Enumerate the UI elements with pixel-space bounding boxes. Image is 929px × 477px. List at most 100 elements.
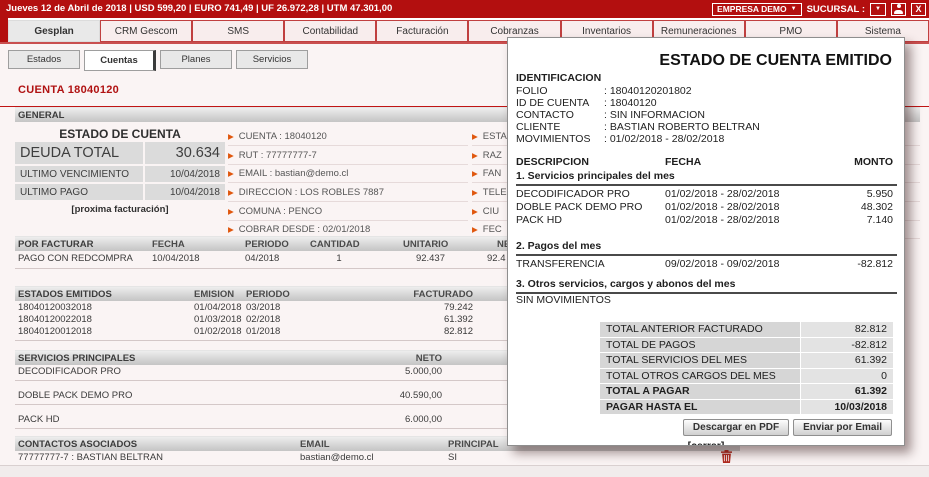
total-value: 82.812 [801,322,893,337]
bullet-icon: ▶ [228,150,234,161]
sub-tab-bar: Estados Cuentas Planes Servicios [8,50,308,71]
cell-neto: 40.590,00 [347,390,442,401]
total-row: TOTAL DE PAGOS -82.812 [508,338,904,353]
empresa-selector[interactable]: EMPRESA DEMO ▼ [712,3,802,16]
col-cantidad: CANTIDAD [310,239,360,250]
subtab-estados[interactable]: Estados [8,50,80,69]
field-right-3-text: TELE [483,187,507,198]
cell-folio: 18040120032018 [18,302,92,313]
statement-row: DOBLE PACK DEMO PRO 01/02/2018 - 28/02/2… [508,201,904,214]
bullet-icon: ▶ [228,206,234,217]
close-icon: X [915,4,921,14]
col-monto: MONTO [808,156,893,168]
dialog-footer-link[interactable]: [cerrar] [508,440,904,446]
estados-emitidos-title: ESTADOS EMITIDOS [18,289,112,300]
empresa-selector-label: EMPRESA DEMO [717,4,787,14]
estado-cuenta-row-pago: ULTIMO PAGO 10/04/2018 [15,184,225,200]
tab-gesplan[interactable]: Gesplan [8,20,100,42]
trash-icon[interactable] [721,450,732,463]
col-facturado: FACTURADO [400,289,473,300]
estado-cuenta-row-deuda: DEUDA TOTAL 30.634 [15,142,225,164]
field-direccion-text: DIRECCION : LOS ROBLES 7887 [239,187,384,198]
field-right-5-text: FEC [483,224,502,235]
id-row-cliente: CLIENTE: BASTIAN ROBERTO BELTRAN [516,121,760,133]
bullet-icon: ▶ [228,168,234,179]
col-periodo: PERIODO [246,289,290,300]
ultimo-vencimiento-value: 10/04/2018 [145,166,225,182]
tab-facturacion[interactable]: Facturación [376,20,468,42]
cell-emision: 01/02/2018 [194,326,242,337]
section-3-title: 3. Otros servicios, cargos y abonos del … [516,278,897,294]
separator: : [604,97,607,109]
total-label: PAGAR HASTA EL [600,400,800,415]
estado-cuenta-emitido-dialog: ESTADO DE CUENTA EMITIDO IDENTIFICACION … [507,37,905,446]
cell-emision: 01/04/2018 [194,302,242,313]
total-value: -82.812 [801,338,893,353]
total-label: TOTAL DE PAGOS [600,338,800,353]
pagar-hasta-row: PAGAR HASTA EL 10/03/2018 [508,400,904,415]
date-currency-info: Jueves 12 de Abril de 2018 | USD 599,20 … [6,3,392,14]
enviar-email-button[interactable]: Enviar por Email [793,419,892,436]
id-label: FOLIO [516,85,604,97]
cell-monto: -82.812 [808,258,893,270]
user-button[interactable] [891,3,906,16]
col-fecha: FECHA [152,239,185,250]
statement-row: PACK HD 01/02/2018 - 28/02/2018 7.140 [508,214,904,227]
id-label: ID DE CUENTA [516,97,604,109]
separator: : [604,121,607,133]
bullet-icon: ▶ [228,187,234,198]
sucursal-dropdown[interactable]: ▼ [870,3,886,16]
descargar-pdf-button[interactable]: Descargar en PDF [683,419,789,436]
tab-crm-gescom[interactable]: CRM Gescom [100,20,192,42]
separator: : [604,85,607,97]
cell-servicio: PACK HD [18,414,60,425]
cell-facturado: 79.242 [400,302,473,313]
total-value: 0 [801,369,893,384]
left-accent-block [0,18,8,42]
deuda-total-value: 30.634 [145,142,225,164]
field-direccion: ▶ DIRECCION : LOS ROBLES 7887 [228,185,468,202]
bullet-icon: ▶ [472,224,478,235]
cell-periodo: 01/2018 [246,326,280,337]
cell-fecha: 01/02/2018 - 28/02/2018 [665,188,779,200]
cell-emision: 01/03/2018 [194,314,242,325]
subtab-servicios[interactable]: Servicios [236,50,308,69]
col-email: EMAIL [300,439,330,450]
id-value: 01/02/2018 - 28/02/2018 [610,133,724,145]
cell-monto: 5.950 [808,188,893,200]
bullet-icon: ▶ [472,187,478,198]
field-comuna: ▶ COMUNA : PENCO [228,204,468,221]
cell-monto: 7.140 [808,214,893,226]
top-bar: Jueves 12 de Abril de 2018 | USD 599,20 … [0,0,929,18]
subtab-cuentas[interactable]: Cuentas [84,50,156,71]
separator: : [604,133,607,145]
total-a-pagar-row: TOTAL A PAGAR 61.392 [508,384,904,399]
bullet-icon: ▶ [472,168,478,179]
cell-fecha: 01/02/2018 - 28/02/2018 [665,201,779,213]
cell-servicio: DECODIFICADOR PRO [18,366,121,377]
id-label: MOVIMIENTOS [516,133,604,145]
section-header-general-label: GENERAL [18,110,64,121]
tab-sms[interactable]: SMS [192,20,284,42]
total-label: TOTAL ANTERIOR FACTURADO [600,322,800,337]
por-facturar-title: POR FACTURAR [18,239,93,250]
tab-contabilidad[interactable]: Contabilidad [284,20,376,42]
field-comuna-text: COMUNA : PENCO [239,206,322,217]
field-rut-text: RUT : 77777777-7 [239,150,317,161]
subtab-planes[interactable]: Planes [160,50,232,69]
user-icon [894,4,903,14]
contactos-title: CONTACTOS ASOCIADOS [18,439,137,450]
id-row-movimientos: MOVIMIENTOS: 01/02/2018 - 28/02/2018 [516,133,724,145]
cell-descripcion: PACK HD [516,214,562,226]
field-right-4-text: CIU [483,206,499,217]
col-descripcion: DESCRIPCION [516,156,589,168]
close-session-button[interactable]: X [911,3,926,16]
topbar-controls: EMPRESA DEMO ▼ SUCURSAL : ▼ X [712,2,926,16]
total-row: TOTAL ANTERIOR FACTURADO 82.812 [508,322,904,337]
chevron-down-icon: ▼ [875,6,881,12]
id-row-folio: FOLIO: 18040120201802 [516,85,692,97]
cell-unitario: 92.437 [390,253,445,264]
field-right-1-text: RAZ [483,150,502,161]
cell-folio: 18040120022018 [18,314,92,325]
ultimo-pago-value: 10/04/2018 [145,184,225,200]
